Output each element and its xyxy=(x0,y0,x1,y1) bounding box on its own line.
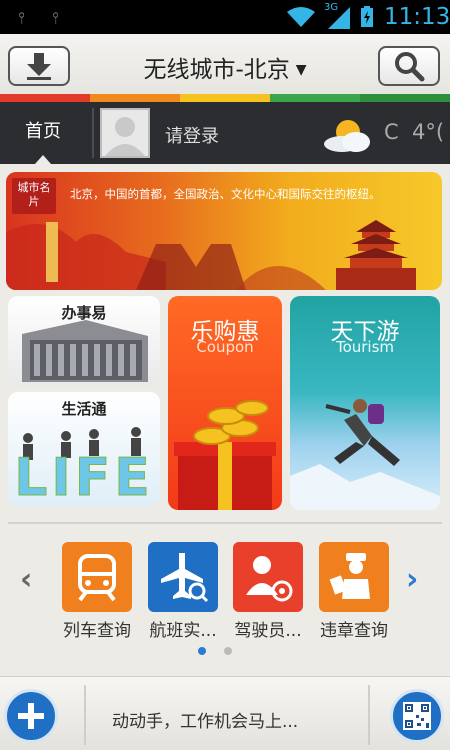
bottom-divider xyxy=(84,685,86,745)
add-button[interactable] xyxy=(4,689,58,743)
qr-code-icon xyxy=(403,702,431,730)
tile-life[interactable]: 生活通 LIFE xyxy=(8,392,160,506)
download-icon xyxy=(27,53,51,80)
service-label: 违章查询 xyxy=(320,621,388,641)
airplane-search-icon xyxy=(148,542,218,612)
temperature: C 4°( xyxy=(384,120,444,144)
tile-coupon[interactable]: 乐购惠 Coupon xyxy=(168,296,282,510)
banner-text: 北京，中国的首都，全国政治、文化中心和国际交往的枢纽。 xyxy=(70,187,381,201)
battery-charging-icon xyxy=(361,6,373,27)
service-train-query[interactable]: 列车查询 xyxy=(61,542,133,641)
search-icon xyxy=(395,52,425,82)
qr-scan-button[interactable] xyxy=(390,689,444,743)
bottom-bar: 动动手，工作机会马上... xyxy=(0,676,450,750)
color-strip-segment xyxy=(360,94,450,102)
service-label: 驾驶员... xyxy=(234,621,302,641)
driver-icon xyxy=(233,542,303,612)
next-page-arrow-icon[interactable]: › xyxy=(406,562,418,597)
office-building-illustration xyxy=(22,320,148,382)
jumping-hiker-illustration xyxy=(290,399,440,510)
city-card-badge: 城市名片 xyxy=(12,178,56,214)
page-indicator xyxy=(198,647,232,655)
tile-office[interactable]: 办事易 xyxy=(8,296,160,386)
city-title: 无线城市-北京 xyxy=(143,57,290,83)
download-button[interactable] xyxy=(8,46,70,86)
service-label: 列车查询 xyxy=(63,621,131,641)
wifi-icon xyxy=(287,7,315,27)
service-driver-query[interactable]: 驾驶员... xyxy=(232,542,304,641)
caret-down-icon: ▼ xyxy=(295,62,307,78)
nav-divider xyxy=(92,108,94,158)
usb-icon: ⫯ xyxy=(52,8,59,27)
page-dot[interactable] xyxy=(224,647,232,655)
color-strip-segment xyxy=(270,94,360,102)
traffic-police-icon xyxy=(319,542,389,612)
color-strip-segment xyxy=(90,94,180,102)
tab-home[interactable]: 首页 xyxy=(0,102,86,164)
news-ticker[interactable]: 动动手，工作机会马上... xyxy=(112,707,298,732)
nav-bar: 首页 请登录 C 4°( xyxy=(0,102,450,164)
clock: 11:13 xyxy=(384,4,450,30)
life-logo: LIFE xyxy=(14,448,154,507)
search-button[interactable] xyxy=(378,46,440,86)
plus-icon xyxy=(18,703,44,729)
usb-icon: ⫯ xyxy=(18,8,25,27)
color-strip-segment xyxy=(180,94,270,102)
login-link[interactable]: 请登录 xyxy=(165,122,219,148)
train-icon xyxy=(62,542,132,612)
title-bar: 无线城市-北京 ▼ xyxy=(0,34,450,94)
temperature-unit: C xyxy=(384,120,399,144)
page-dot-active[interactable] xyxy=(198,647,206,655)
bottom-divider xyxy=(368,685,370,745)
user-placeholder-icon xyxy=(105,117,145,156)
section-separator xyxy=(8,522,442,524)
service-label: 航班实... xyxy=(149,621,217,641)
city-banner[interactable]: 城市名片 北京，中国的首都，全国政治、文化中心和国际交往的枢纽。 xyxy=(6,172,442,290)
prev-page-arrow-icon[interactable]: ‹ xyxy=(20,562,32,597)
signal-icon xyxy=(328,7,350,29)
color-strip-segment xyxy=(0,94,90,102)
temperature-value: 4°( xyxy=(412,120,445,144)
service-violation-query[interactable]: 违章查询 xyxy=(318,542,390,641)
status-bar: ⫯ ⫯ 3G 11:13 xyxy=(0,0,450,34)
color-strip xyxy=(0,94,450,102)
avatar[interactable] xyxy=(100,108,150,158)
gift-coins-illustration xyxy=(174,400,276,510)
partly-cloudy-icon xyxy=(324,120,370,152)
tile-tourism[interactable]: 天下游 Tourism xyxy=(290,296,440,510)
city-selector[interactable]: 无线城市-北京 ▼ xyxy=(120,50,330,84)
service-flight-query[interactable]: 航班实... xyxy=(147,542,219,641)
